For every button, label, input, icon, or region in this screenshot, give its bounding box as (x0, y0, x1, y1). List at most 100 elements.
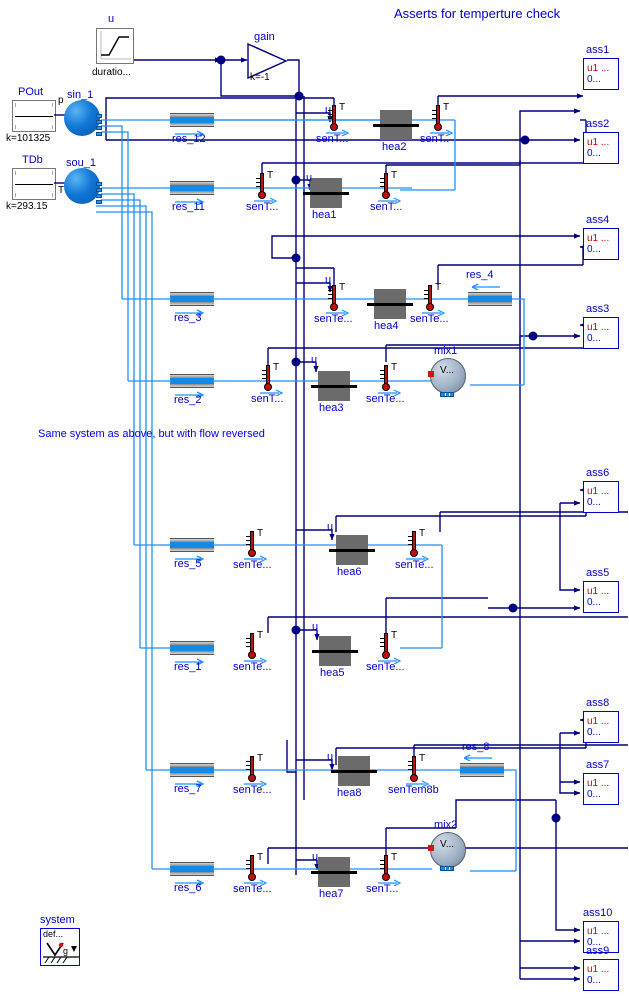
mix1-bottom-port-icon (440, 392, 454, 397)
assert-block-ass9[interactable]: u1 ... 0... (583, 959, 619, 991)
ass1-u1: u1 ... (587, 63, 610, 74)
res6-label: res_6 (174, 882, 202, 894)
assert-block-ass6[interactable]: u1 ... 0... (583, 481, 619, 513)
tick-icon (15, 193, 16, 197)
heater-hea5[interactable] (312, 636, 358, 666)
assert-block-ass4[interactable]: u1 ... 0... (583, 228, 619, 260)
mix2-label: mix2 (434, 819, 458, 831)
volume-mix1[interactable]: V... (428, 358, 466, 397)
ass4-label: ass4 (586, 214, 610, 226)
sensor-9-label: senTe... (233, 559, 272, 571)
resistance-res8[interactable] (460, 763, 504, 777)
ass4-u1: u1 ... (587, 233, 610, 244)
resistance-res11[interactable] (170, 181, 214, 195)
mix1-label: mix1 (434, 345, 458, 357)
sensor-4-port: T (391, 170, 398, 181)
heater-hea3[interactable] (311, 371, 357, 401)
sensor-4-label: senT... (370, 201, 403, 213)
diagram-title: Asserts for temperture check (394, 6, 561, 21)
ass1-label: ass1 (586, 44, 610, 56)
res7-label: res_7 (174, 783, 202, 795)
heater-hea1[interactable] (303, 178, 349, 208)
assert-block-ass5[interactable]: u1 ... 0... (583, 581, 619, 613)
sin1-port-label: p (58, 95, 64, 106)
resistance-res3[interactable] (170, 292, 214, 306)
mix2-bottom-port-icon (440, 866, 454, 871)
sou1-port-stack (96, 182, 103, 204)
connection-wires (96, 55, 628, 982)
sensor-10-label: senTe... (395, 559, 434, 571)
sensor-2-label: senT.. (420, 133, 450, 145)
ass2-u1: u1 ... (587, 137, 610, 148)
assert-block-ass8[interactable]: u1 ... 0... (583, 711, 619, 743)
gain-param: k=-1 (250, 72, 270, 83)
assert-block-ass3[interactable]: u1 ... 0... (583, 317, 619, 349)
ass6-u1: u1 ... (587, 486, 610, 497)
ass1-u2: 0... (587, 74, 601, 85)
heater-hea6[interactable] (329, 535, 375, 565)
pout-param: k=101325 (6, 133, 51, 144)
boundary-sin1[interactable] (64, 100, 100, 136)
mix1-port-icon (428, 371, 434, 377)
hea3-input-label: u (311, 354, 318, 366)
hea6-label: hea6 (337, 566, 362, 578)
ass8-label: ass8 (586, 697, 610, 709)
tick-icon (52, 125, 53, 129)
ass3-u1: u1 ... (587, 322, 610, 333)
system-param: def... (43, 929, 64, 939)
resistance-res4[interactable] (468, 292, 512, 306)
heater-hea8[interactable] (331, 756, 377, 786)
assert-block-ass7[interactable]: u1 ... 0... (583, 773, 619, 805)
ass2-label: ass2 (586, 118, 610, 130)
heater-hea4[interactable] (367, 289, 413, 319)
sensor-8-label: senTe... (366, 393, 405, 405)
boundary-sou1[interactable] (64, 168, 100, 204)
tdb-param: k=293.15 (6, 201, 48, 212)
system-label: system (40, 914, 75, 926)
modelica-diagram-canvas: Asserts for temperture check Same system… (0, 0, 629, 1000)
system-block[interactable]: def... g (40, 928, 80, 966)
volume-mix2[interactable]: V... (428, 832, 466, 871)
res4-label: res_4 (466, 269, 494, 281)
resistance-res5[interactable] (170, 538, 214, 552)
ass5-u2: 0... (587, 597, 601, 608)
ass2-u2: 0... (587, 148, 601, 159)
ramp-block-u[interactable] (96, 28, 134, 64)
flow-arrow-icon (472, 283, 500, 290)
constant-block-tdb[interactable] (12, 168, 56, 200)
ass9-label: ass9 (586, 945, 610, 957)
sou1-label: sou_1 (66, 157, 96, 169)
constant-block-pout[interactable] (12, 100, 56, 132)
ass9-u2: 0... (587, 975, 601, 986)
ramp-param: duratio... (92, 67, 131, 78)
sensor-2-port: T (443, 102, 450, 113)
assert-block-ass1[interactable]: u1 ... 0... (583, 58, 619, 90)
sensor-11-label: senTe... (233, 661, 272, 673)
ass9-u1: u1 ... (587, 964, 610, 975)
ass7-u2: 0... (587, 789, 601, 800)
hea7-label: hea7 (319, 888, 344, 900)
resistance-res12[interactable] (170, 113, 214, 127)
sensor-9-port: T (257, 528, 264, 539)
tick-icon (15, 103, 16, 107)
ass10-label: ass10 (583, 907, 613, 919)
resistance-res2[interactable] (170, 374, 214, 388)
resistance-res1[interactable] (170, 641, 214, 655)
assert-block-ass2[interactable]: u1 ... 0... (583, 132, 619, 164)
resistance-res6[interactable] (170, 862, 214, 876)
sensor-1-port: T (339, 102, 346, 113)
tick-icon (52, 193, 53, 197)
res8-label: res_8 (462, 741, 490, 753)
ass7-label: ass7 (586, 759, 610, 771)
sensor-7-port: T (273, 362, 280, 373)
resistance-res7[interactable] (170, 763, 214, 777)
res1-label: res_1 (174, 661, 202, 673)
res2-label: res_2 (174, 394, 202, 406)
heater-hea7[interactable] (311, 857, 357, 887)
sensor-13-label: senTe... (233, 784, 272, 796)
tick-icon (15, 171, 16, 175)
res3-label: res_3 (174, 312, 202, 324)
heater-hea2[interactable] (373, 110, 419, 140)
hea8-input-label: u (327, 751, 334, 763)
sensor-3-port: T (267, 170, 274, 181)
